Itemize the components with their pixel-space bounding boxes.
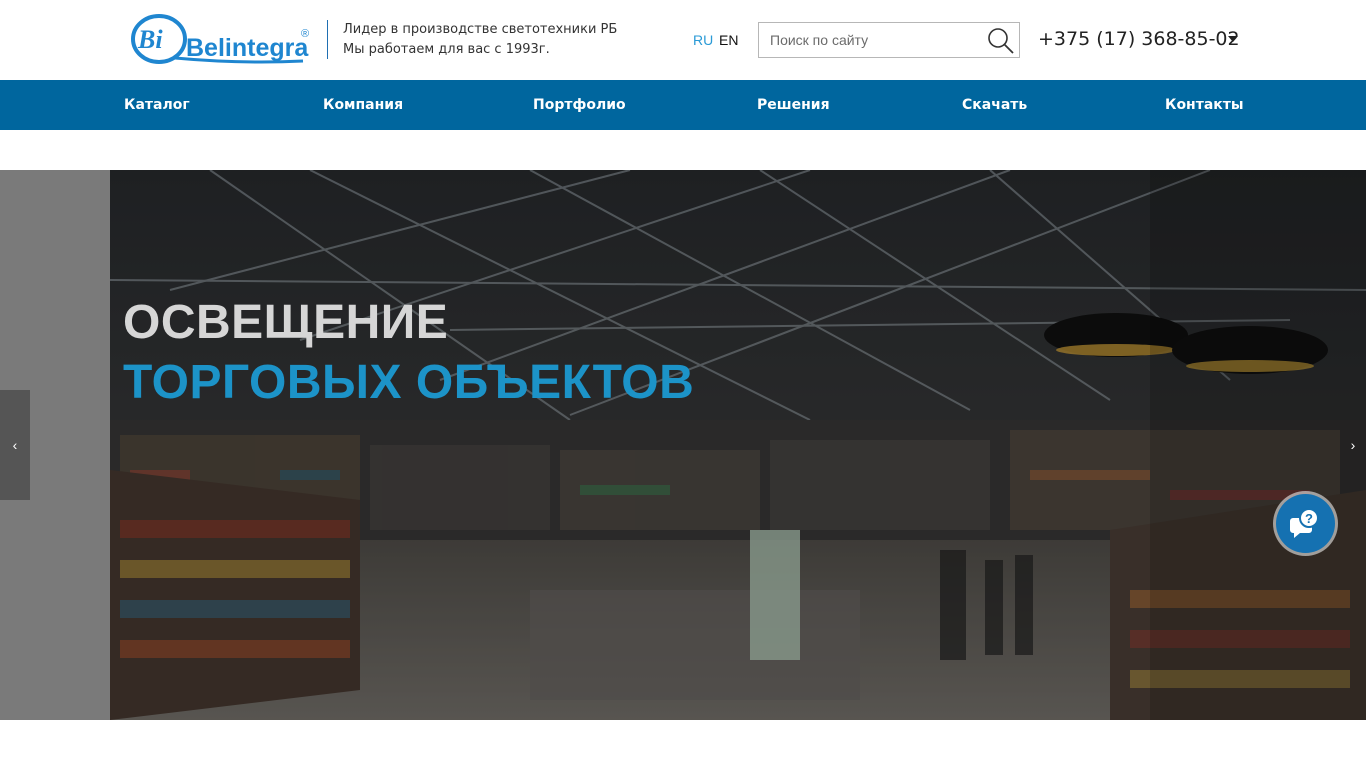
headline-line-1: ОСВЕЩЕНИЕ [123, 296, 449, 349]
chevron-right-icon: › [1350, 437, 1356, 453]
svg-text:®: ® [301, 28, 309, 40]
header-divider [327, 20, 328, 59]
logo-graphic: Bi Belintegra ® [131, 14, 309, 64]
nav-item-download[interactable]: Скачать [962, 80, 1027, 130]
nav-item-portfolio[interactable]: Портфолио [533, 80, 626, 130]
phone-number[interactable]: +375 (17) 368-85-02 [1038, 26, 1240, 52]
caret-down-icon[interactable] [1228, 36, 1238, 42]
svg-text:Belintegra: Belintegra [186, 34, 309, 62]
lang-ru-link[interactable]: RU [693, 31, 713, 49]
hero-slider: ОСВЕЩЕНИЕ ТОРГОВЫХ ОБЪЕКТОВ ‹ › [0, 170, 1366, 720]
search-input[interactable] [759, 23, 985, 57]
search-icon [988, 28, 1014, 54]
chevron-left-icon: ‹ [12, 437, 18, 453]
search-button[interactable] [987, 27, 1015, 55]
nav-item-catalog[interactable]: Каталог [124, 80, 190, 130]
svg-text:?: ? [1305, 511, 1313, 526]
svg-text:Bi: Bi [137, 25, 163, 54]
slide-background-image [110, 170, 1366, 720]
search-box [758, 22, 1020, 58]
site-header: Bi Belintegra ® Лидер в производстве све… [0, 0, 1366, 80]
slider-next-button[interactable]: › [1340, 390, 1366, 500]
belintegra-logo[interactable]: Bi Belintegra ® [131, 14, 311, 64]
nav-item-solutions[interactable]: Решения [757, 80, 830, 130]
lang-en-link[interactable]: EN [719, 31, 738, 49]
headline-line-2: ТОРГОВЫХ ОБЪЕКТОВ [123, 356, 695, 409]
nav-item-company[interactable]: Компания [323, 80, 403, 130]
slide-headline: ОСВЕЩЕНИЕ ТОРГОВЫХ ОБЪЕКТОВ [123, 294, 694, 414]
chat-help-button[interactable]: ? [1276, 494, 1335, 553]
supermarket-photo [110, 170, 1366, 720]
tagline-line-1: Лидер в производстве светотехники РБ [343, 22, 618, 37]
tagline-line-2: Мы работаем для вас с 1993г. [343, 42, 550, 57]
slider-prev-button[interactable]: ‹ [0, 390, 30, 500]
main-nav: Каталог Компания Портфолио Решения Скача… [0, 80, 1366, 130]
company-tagline: Лидер в производстве светотехники РБ Мы … [343, 20, 617, 60]
nav-item-contacts[interactable]: Контакты [1165, 80, 1244, 130]
chat-help-icon: ? [1290, 508, 1319, 538]
